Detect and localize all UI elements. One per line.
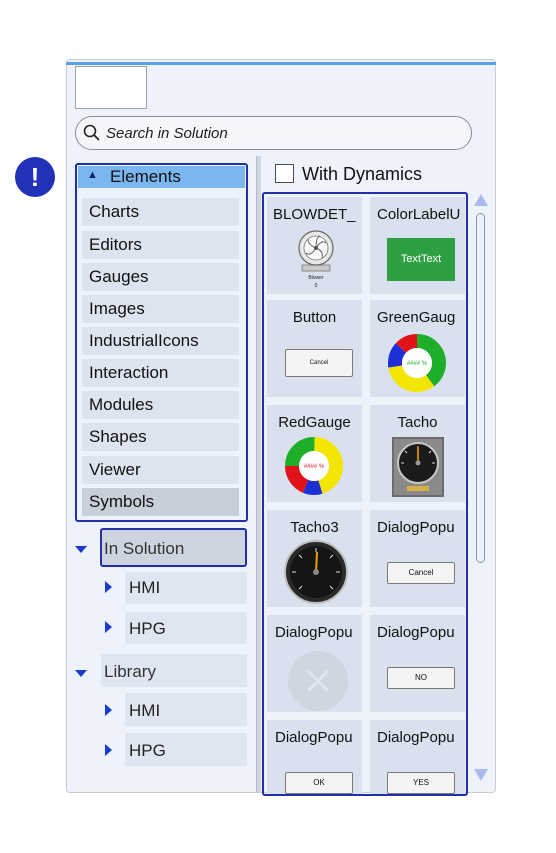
symbol-card[interactable]: DialogPopu YES (370, 720, 465, 794)
with-dynamics-label: With Dynamics (302, 164, 423, 184)
symbol-card[interactable]: DialogPopu (267, 615, 362, 712)
category-item[interactable]: Images (82, 295, 239, 323)
dialog-button-preview: Cancel (387, 562, 455, 584)
vertical-scrollbar[interactable] (474, 194, 488, 784)
category-item[interactable]: Charts (82, 198, 239, 226)
tree-label-hpg[interactable]: HPG (129, 741, 166, 761)
blower-caption: Blower (308, 275, 324, 281)
symbol-card[interactable]: DialogPopu NO (370, 615, 465, 712)
green-gauge-icon: #### % (388, 334, 446, 392)
expand-arrow-icon[interactable] (105, 581, 112, 593)
symbol-card-title: Tacho (397, 414, 438, 431)
symbol-card-title: Button (292, 309, 337, 326)
symbol-card-title: BLOWDET_ (273, 206, 356, 223)
symbol-card[interactable]: DialogPopu Cancel (370, 510, 465, 607)
symbol-card-title: DialogPopu (377, 729, 455, 746)
symbol-card-title: DialogPopu (377, 519, 455, 536)
symbol-card[interactable]: Tacho3 (267, 510, 362, 607)
gauge-value: #### % (407, 361, 428, 367)
button-preview: Cancel (285, 349, 353, 377)
symbol-card-title: RedGauge (278, 414, 351, 431)
category-item[interactable]: IndustrialIcons (82, 327, 239, 355)
color-label-preview: TextText (387, 238, 455, 281)
search-placeholder: Search in Solution (106, 125, 228, 142)
alert-icon: ! (15, 157, 55, 197)
preview-thumbnail[interactable] (75, 66, 147, 109)
tachometer-icon (284, 540, 348, 604)
tree-label-library[interactable]: Library (104, 662, 156, 682)
blower-value: 0 (315, 283, 318, 289)
scroll-up-arrow-icon[interactable] (474, 194, 488, 206)
category-item[interactable]: Gauges (82, 263, 239, 291)
symbol-card[interactable]: DialogPopu OK (267, 720, 362, 794)
category-item[interactable]: Viewer (82, 456, 239, 484)
symbol-card-title: DialogPopu (377, 624, 455, 641)
symbol-card-title: GreenGaug (377, 309, 456, 326)
symbol-card[interactable]: GreenGaug #### % (370, 300, 465, 397)
gauge-value: #### % (304, 464, 325, 470)
category-item[interactable]: Editors (82, 231, 239, 259)
symbol-card[interactable]: Button Cancel (267, 300, 362, 397)
symbol-card-title: DialogPopu (275, 624, 353, 641)
panel-accent-line (66, 62, 496, 65)
tachometer-icon (392, 437, 444, 497)
expand-arrow-icon[interactable] (105, 704, 112, 716)
symbol-card[interactable]: RedGauge #### % (267, 405, 362, 502)
symbol-card-title: Tacho3 (290, 519, 339, 536)
tree-label-hmi[interactable]: HMI (129, 578, 160, 598)
scrollbar-thumb[interactable] (476, 213, 485, 563)
expand-arrow-icon[interactable] (105, 744, 112, 756)
expand-arrow-icon[interactable] (105, 621, 112, 633)
blower-icon: Blower 0 (298, 230, 334, 289)
expand-arrow-icon[interactable] (75, 546, 87, 553)
red-gauge-icon: #### % (285, 437, 343, 495)
tree-label-hpg[interactable]: HPG (129, 619, 166, 639)
search-icon (83, 124, 100, 141)
with-dynamics-checkbox[interactable] (275, 164, 294, 183)
symbol-card-title: ColorLabelU (377, 206, 461, 223)
scroll-down-arrow-icon[interactable] (474, 769, 488, 781)
symbol-card-title: DialogPopu (275, 729, 353, 746)
elements-header-label: Elements (110, 167, 181, 186)
elements-header[interactable]: ▲ Elements (78, 166, 245, 188)
category-item-selected[interactable]: Symbols (82, 488, 239, 516)
category-item[interactable]: Interaction (82, 359, 239, 387)
symbol-card[interactable]: ColorLabelU TextText (370, 197, 465, 294)
category-item[interactable]: Shapes (82, 423, 239, 451)
collapse-arrow-icon[interactable]: ▲ (87, 169, 98, 181)
symbol-card[interactable]: Tacho (370, 405, 465, 502)
category-item[interactable]: Modules (82, 391, 239, 419)
tree-label-in-solution: In Solution (104, 539, 185, 558)
close-icon (288, 651, 348, 711)
symbol-card[interactable]: BLOWDET_ Blower 0 (267, 197, 362, 294)
tree-label-hmi[interactable]: HMI (129, 701, 160, 721)
dialog-button-preview: YES (387, 772, 455, 794)
search-input[interactable]: Search in Solution (75, 116, 472, 150)
symbol-grid: BLOWDET_ Blower 0 ColorLabelU TextText B… (262, 192, 468, 796)
panel-splitter[interactable] (256, 156, 261, 792)
expand-arrow-icon[interactable] (75, 670, 87, 677)
dialog-button-preview: OK (285, 772, 353, 794)
dialog-button-preview: NO (387, 667, 455, 689)
